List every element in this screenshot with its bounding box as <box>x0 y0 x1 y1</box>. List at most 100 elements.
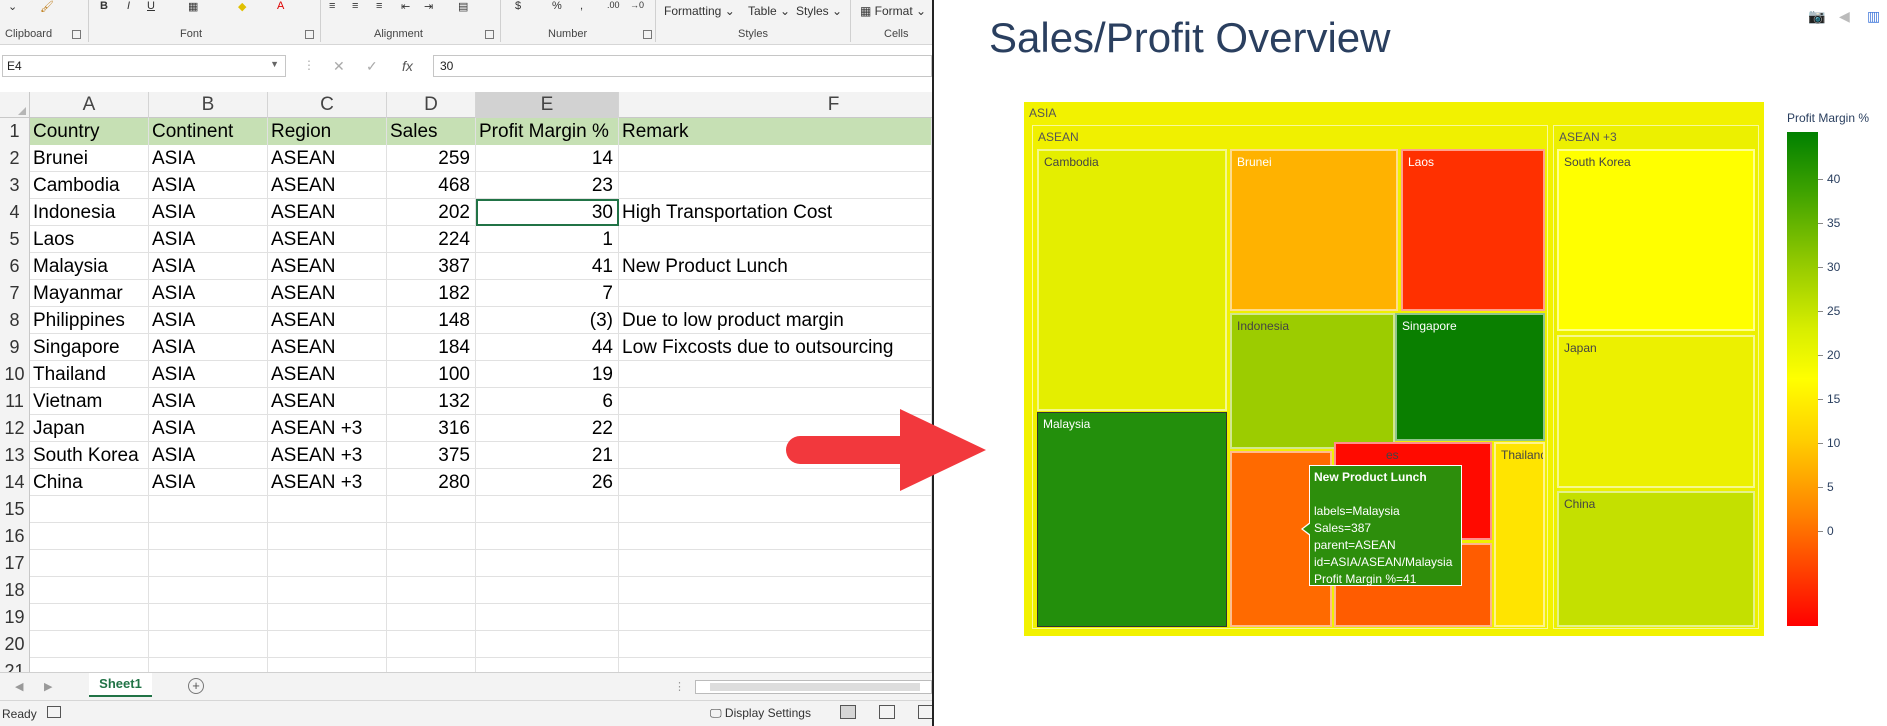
cell[interactable] <box>476 577 619 604</box>
cell[interactable] <box>268 577 387 604</box>
cell[interactable]: ASIA <box>149 415 268 442</box>
select-all-corner[interactable] <box>0 92 30 118</box>
cell[interactable]: ASEAN +3 <box>268 415 387 442</box>
cell[interactable] <box>619 172 932 199</box>
cell[interactable]: 184 <box>387 334 476 361</box>
format-as-table-button[interactable]: Table ⌄ <box>748 4 790 18</box>
column-header-e[interactable]: E <box>476 92 619 118</box>
cell[interactable]: Mayanmar <box>30 280 149 307</box>
cell[interactable]: Japan <box>30 415 149 442</box>
reset-icon[interactable]: ◀ <box>1839 8 1850 25</box>
treemap-node-japan[interactable]: Japan <box>1557 335 1755 488</box>
cell[interactable] <box>30 523 149 550</box>
cell[interactable]: ASEAN <box>268 334 387 361</box>
cell[interactable]: ASEAN <box>268 145 387 172</box>
cell[interactable] <box>476 523 619 550</box>
cell[interactable] <box>619 361 932 388</box>
cell[interactable]: Philippines <box>30 307 149 334</box>
chevron-down-icon[interactable]: ▼ <box>270 59 279 69</box>
column-header-a[interactable]: A <box>30 92 149 118</box>
prev-sheet-icon[interactable]: ◀ <box>15 680 23 693</box>
font-color-icon[interactable]: A <box>277 0 284 12</box>
next-sheet-icon[interactable]: ▶ <box>44 680 52 693</box>
cell[interactable] <box>619 550 932 577</box>
cell[interactable]: 30 <box>476 199 619 226</box>
cell[interactable]: 6 <box>476 388 619 415</box>
align-left-icon[interactable]: ≡ <box>329 0 335 12</box>
enter-icon[interactable]: ✓ <box>366 58 378 75</box>
treemap-node-laos[interactable]: Laos <box>1401 149 1545 311</box>
cell[interactable] <box>476 550 619 577</box>
cell[interactable] <box>30 550 149 577</box>
row-header[interactable]: 4 <box>0 199 30 226</box>
column-header-d[interactable]: D <box>387 92 476 118</box>
cell[interactable] <box>30 604 149 631</box>
currency-icon[interactable]: $ <box>515 0 521 12</box>
cell[interactable] <box>30 496 149 523</box>
cell[interactable]: South Korea <box>30 442 149 469</box>
treemap-node-south-korea[interactable]: South Korea <box>1557 149 1755 331</box>
cell[interactable]: Low Fixcosts due to outsourcing <box>619 334 932 361</box>
row-header[interactable]: 14 <box>0 469 30 496</box>
format-painter-icon[interactable]: 🖌 <box>40 0 54 13</box>
cell[interactable]: 100 <box>387 361 476 388</box>
page-break-icon[interactable] <box>918 705 932 719</box>
row-header[interactable]: 16 <box>0 523 30 550</box>
column-header-f[interactable]: F <box>619 92 932 118</box>
cell[interactable]: High Transportation Cost <box>619 199 932 226</box>
cell[interactable]: Region <box>268 118 387 145</box>
cell[interactable]: ASIA <box>149 307 268 334</box>
row-header[interactable]: 2 <box>0 145 30 172</box>
cell[interactable] <box>619 226 932 253</box>
cell[interactable] <box>30 631 149 658</box>
cell[interactable]: ASIA <box>149 226 268 253</box>
clipboard-launcher-icon[interactable] <box>72 30 81 39</box>
cell[interactable] <box>476 658 619 672</box>
row-header[interactable]: 8 <box>0 307 30 334</box>
cell[interactable]: ASEAN <box>268 361 387 388</box>
cell[interactable]: 23 <box>476 172 619 199</box>
cell[interactable]: Laos <box>30 226 149 253</box>
cell[interactable] <box>619 280 932 307</box>
cell[interactable]: Malaysia <box>30 253 149 280</box>
cell[interactable]: 41 <box>476 253 619 280</box>
row-header[interactable]: 6 <box>0 253 30 280</box>
increase-decimal-icon[interactable]: .00 <box>607 0 620 10</box>
cell[interactable]: (3) <box>476 307 619 334</box>
number-launcher-icon[interactable] <box>643 30 652 39</box>
camera-icon[interactable]: 📷 <box>1808 8 1825 25</box>
paste-dropdown-icon[interactable]: ⌄ <box>8 0 17 13</box>
cell[interactable]: Brunei <box>30 145 149 172</box>
row-header[interactable]: 1 <box>0 118 30 145</box>
cell[interactable] <box>149 604 268 631</box>
cell-styles-button[interactable]: Styles ⌄ <box>796 4 842 18</box>
row-header[interactable]: 21 <box>0 658 30 672</box>
cell[interactable]: 280 <box>387 469 476 496</box>
cell[interactable]: 259 <box>387 145 476 172</box>
normal-view-icon[interactable] <box>840 705 856 719</box>
cell[interactable]: Continent <box>149 118 268 145</box>
treemap-node-china[interactable]: China <box>1557 491 1755 627</box>
cell[interactable] <box>268 523 387 550</box>
alignment-launcher-icon[interactable] <box>485 30 494 39</box>
cell[interactable]: 224 <box>387 226 476 253</box>
cell[interactable] <box>387 496 476 523</box>
cell[interactable]: ASEAN <box>268 253 387 280</box>
cell[interactable]: 387 <box>387 253 476 280</box>
cell[interactable]: 132 <box>387 388 476 415</box>
formula-input[interactable]: 30 <box>433 55 932 77</box>
cell[interactable] <box>268 658 387 672</box>
page-layout-icon[interactable] <box>879 705 895 719</box>
row-header[interactable]: 3 <box>0 172 30 199</box>
cell[interactable]: 316 <box>387 415 476 442</box>
cell[interactable]: 375 <box>387 442 476 469</box>
cell[interactable]: ASEAN +3 <box>268 442 387 469</box>
cell[interactable]: ASEAN <box>268 280 387 307</box>
cell[interactable] <box>30 577 149 604</box>
underline-icon[interactable]: U <box>147 0 155 12</box>
column-header-b[interactable]: B <box>149 92 268 118</box>
cell[interactable] <box>387 577 476 604</box>
tab-split-handle-icon[interactable]: ⋮ <box>674 680 685 693</box>
cell[interactable] <box>149 496 268 523</box>
horizontal-scrollbar[interactable] <box>695 680 932 694</box>
